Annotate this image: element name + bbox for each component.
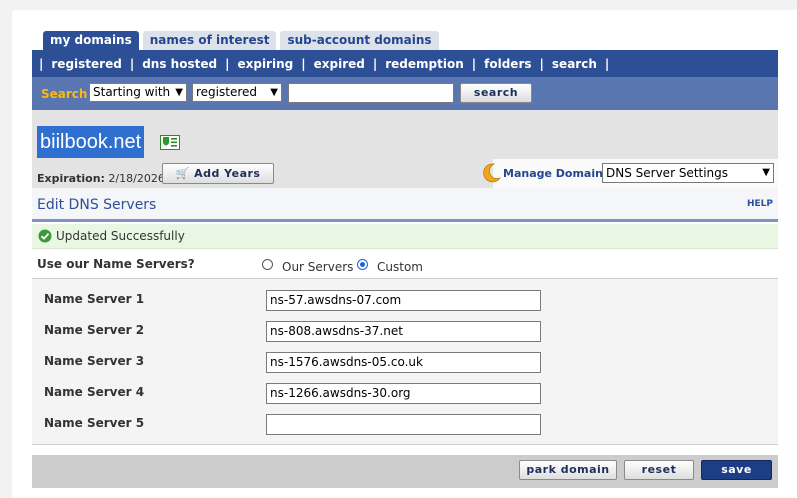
save-button[interactable]: save xyxy=(701,460,772,480)
tab-names-of-interest[interactable]: names of interest xyxy=(142,31,277,50)
name-server-2-input[interactable]: ns-808.awsdns-37.net xyxy=(266,321,541,342)
search-bar: Search Starting with ▼ registered ▼ sear… xyxy=(32,77,778,110)
status-banner: Updated Successfully xyxy=(32,224,778,249)
nameserver-question: Use our Name Servers? xyxy=(37,257,195,271)
name-server-2-label: Name Server 2 xyxy=(44,323,145,337)
cart-icon: 🛒 xyxy=(175,167,190,180)
search-label: Search xyxy=(41,87,88,101)
chevron-down-icon: ▼ xyxy=(270,87,278,98)
expiration-label: Expiration: xyxy=(37,172,105,185)
reset-button[interactable]: reset xyxy=(624,460,694,480)
name-server-4-label: Name Server 4 xyxy=(44,385,145,399)
name-server-5-input[interactable] xyxy=(266,414,541,435)
domain-name: biilbook.net xyxy=(37,126,145,158)
subnav-expired[interactable]: expired xyxy=(314,57,365,71)
name-server-1-input[interactable]: ns-57.awsdns-07.com xyxy=(266,290,541,311)
tab-my-domains[interactable]: my domains xyxy=(43,31,139,50)
expiration-info: Expiration: 2/18/2026 xyxy=(37,172,165,185)
check-circle-icon xyxy=(38,229,52,243)
status-message: Updated Successfully xyxy=(56,229,185,243)
section-title-bar: Edit DNS Servers HELP xyxy=(32,188,778,222)
search-button[interactable]: search xyxy=(460,83,532,103)
domain-tabs: my domains names of interest sub-account… xyxy=(43,31,443,50)
search-input[interactable] xyxy=(288,83,454,103)
nav-separator: | xyxy=(604,56,610,71)
subnav-registered[interactable]: registered xyxy=(51,57,121,71)
nav-separator: | xyxy=(129,56,135,71)
nav-separator: | xyxy=(225,56,230,71)
chevron-down-icon: ▼ xyxy=(762,167,770,178)
manage-domain-select[interactable]: DNS Server Settings ▼ xyxy=(602,163,774,183)
name-server-5-label: Name Server 5 xyxy=(44,416,145,430)
subnav-search[interactable]: search xyxy=(552,57,597,71)
subnav-expiring[interactable]: expiring xyxy=(237,57,293,71)
add-years-label: Add Years xyxy=(194,167,261,180)
park-domain-button[interactable]: park domain xyxy=(519,460,617,480)
domain-header: biilbook.net Expiration: 2/18/2026 🛒 Add… xyxy=(32,110,778,188)
nameserver-choice-row: Use our Name Servers? Our Servers Custom xyxy=(32,252,778,279)
search-scope-value: registered xyxy=(196,85,258,99)
nav-separator: | xyxy=(471,56,477,71)
page-title: Edit DNS Servers xyxy=(37,197,157,213)
custom-label: Custom xyxy=(377,260,423,274)
manage-domain-value: DNS Server Settings xyxy=(606,166,729,180)
name-server-4-input[interactable]: ns-1266.awsdns-30.org xyxy=(266,383,541,404)
sub-navigation: | registered | dns hosted | expiring | e… xyxy=(32,50,778,77)
chevron-down-icon: ▼ xyxy=(175,87,183,98)
our-servers-radio[interactable] xyxy=(262,259,273,270)
expiration-date: 2/18/2026 xyxy=(108,172,165,185)
tab-sub-account-domains[interactable]: sub-account domains xyxy=(280,31,439,50)
subnav-dns-hosted[interactable]: dns hosted xyxy=(142,57,217,71)
shield-icon xyxy=(160,135,180,150)
name-server-3-label: Name Server 3 xyxy=(44,354,145,368)
nav-separator: | xyxy=(539,56,544,71)
crescent-moon-icon xyxy=(483,163,502,183)
search-match-value: Starting with xyxy=(93,85,171,99)
name-server-3-input[interactable]: ns-1576.awsdns-05.co.uk xyxy=(266,352,541,373)
subnav-redemption[interactable]: redemption xyxy=(385,57,464,71)
nav-separator: | xyxy=(372,56,378,71)
help-link[interactable]: HELP xyxy=(747,199,773,209)
our-servers-label: Our Servers xyxy=(282,260,354,274)
custom-radio[interactable] xyxy=(357,259,368,270)
nav-separator: | xyxy=(301,56,306,71)
nav-separator: | xyxy=(39,56,44,71)
action-footer: park domain reset save xyxy=(32,455,778,488)
manage-domain-label: Manage Domain: xyxy=(503,167,608,180)
name-server-1-label: Name Server 1 xyxy=(44,292,145,306)
name-server-list: Name Server 1 ns-57.awsdns-07.com Name S… xyxy=(32,279,778,445)
search-match-select[interactable]: Starting with ▼ xyxy=(89,83,187,102)
subnav-folders[interactable]: folders xyxy=(484,57,531,71)
add-years-button[interactable]: 🛒 Add Years xyxy=(162,163,274,184)
search-scope-select[interactable]: registered ▼ xyxy=(192,83,282,102)
